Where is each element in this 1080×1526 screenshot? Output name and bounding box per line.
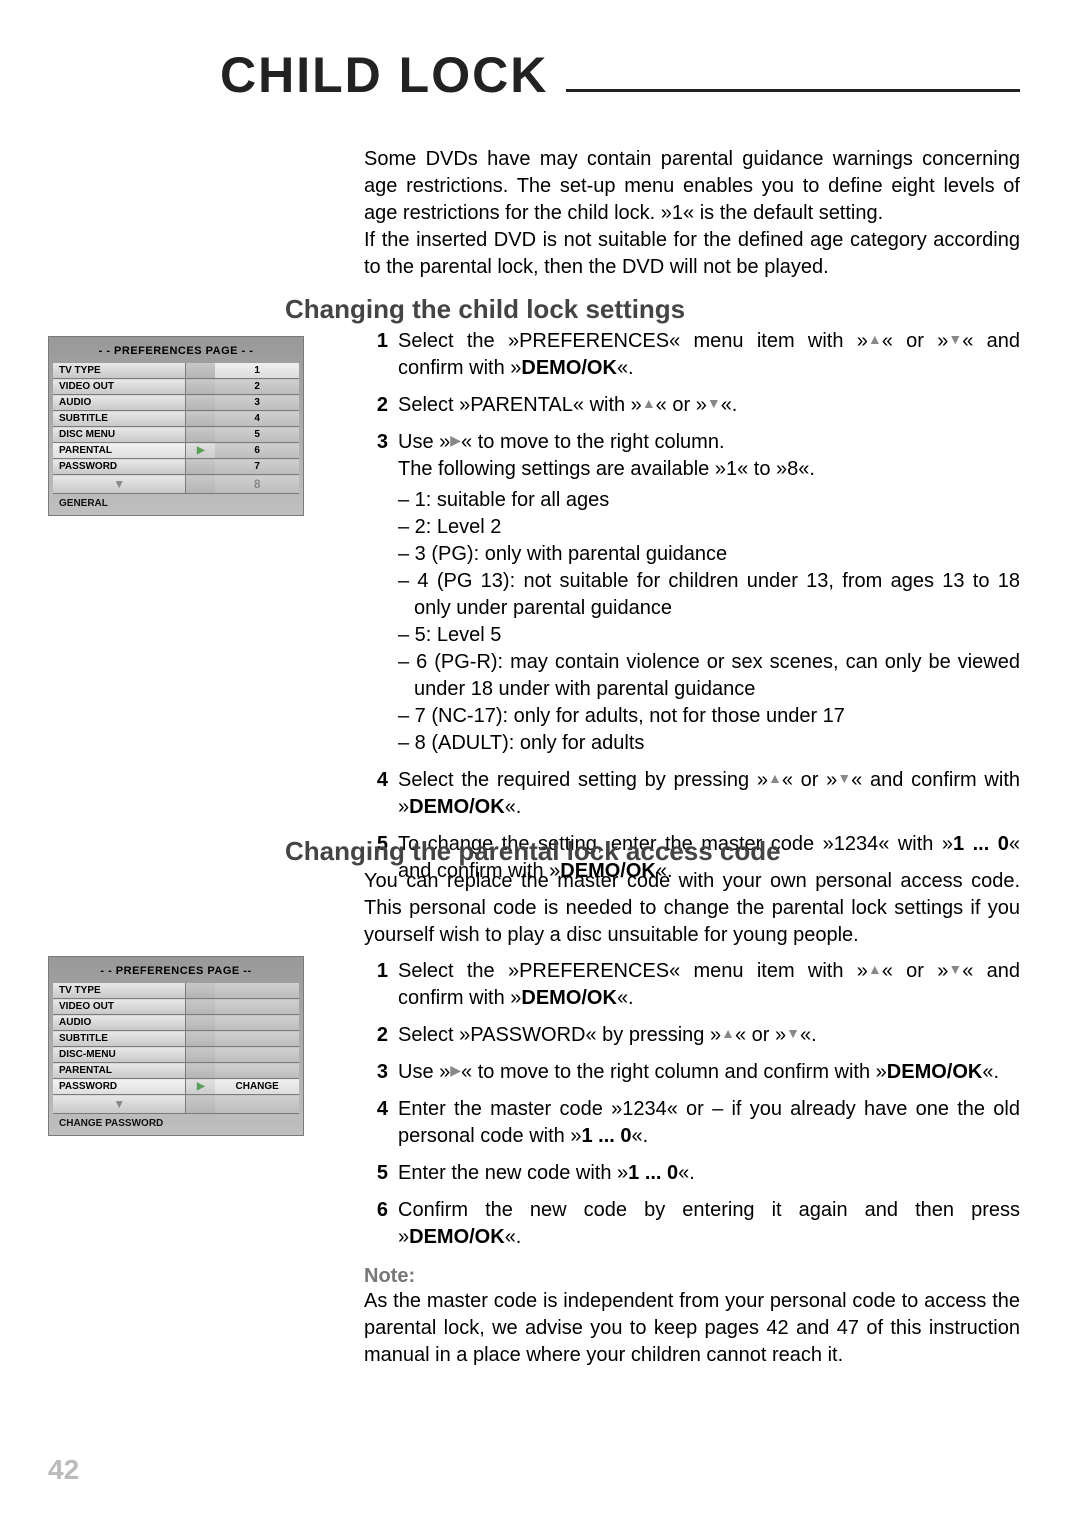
- menu1-row: SUBTITLE4: [53, 411, 299, 427]
- menu2-row: ▼: [53, 1095, 299, 1114]
- menu1-table: TV TYPE1 VIDEO OUT2 AUDIO3 SUBTITLE4 DIS…: [53, 363, 299, 494]
- note-body: As the master code is independent from y…: [364, 1288, 1020, 1369]
- menu1-row: PASSWORD7: [53, 459, 299, 475]
- menu2-row-highlight: PASSWORD▶CHANGE: [53, 1079, 299, 1095]
- section2-steps: 1 Select the »PREFERENCES« menu item wit…: [364, 958, 1020, 1369]
- up-icon: ▲: [868, 960, 882, 979]
- section2-heading: Changing the parental lock access code: [285, 836, 781, 867]
- intro-paragraph: Some DVDs have may contain parental guid…: [364, 146, 1020, 281]
- step-4: 4 Enter the master code »1234« or – if y…: [364, 1096, 1020, 1150]
- menu1-row-highlight: PARENTAL▶6: [53, 443, 299, 459]
- menu1-down-icon: ▼: [53, 475, 186, 494]
- menu2-row: DISC-MENU: [53, 1047, 299, 1063]
- menu1-row: TV TYPE1: [53, 363, 299, 379]
- preferences-menu-2: - - PREFERENCES PAGE -- TV TYPE VIDEO OU…: [48, 956, 304, 1136]
- right-icon: ▶: [450, 431, 461, 450]
- down-icon: ▼: [786, 1024, 800, 1043]
- menu1-row: DISC MENU5: [53, 427, 299, 443]
- title-rule: [566, 89, 1020, 92]
- menu1-row: ▼8: [53, 475, 299, 494]
- menu1-row: VIDEO OUT2: [53, 379, 299, 395]
- down-icon: ▼: [707, 394, 721, 413]
- up-icon: ▲: [721, 1024, 735, 1043]
- step-3: 3 Use »▶« to move to the right column. T…: [364, 429, 1020, 757]
- menu1-footer: GENERAL: [53, 494, 299, 511]
- down-icon: ▼: [948, 330, 962, 349]
- menu1-row: AUDIO3: [53, 395, 299, 411]
- rating-level: – 8 (ADULT): only for adults: [398, 730, 1020, 757]
- note-label: Note:: [364, 1265, 1020, 1288]
- page-title: CHILD LOCK: [220, 46, 548, 104]
- section2-intro: You can replace the master code with you…: [364, 868, 1020, 949]
- menu2-table: TV TYPE VIDEO OUT AUDIO SUBTITLE DISC-ME…: [53, 983, 299, 1114]
- step-2: 2 Select »PARENTAL« with »▲« or »▼«.: [364, 392, 1020, 419]
- menu2-row: SUBTITLE: [53, 1031, 299, 1047]
- step-6: 6 Confirm the new code by entering it ag…: [364, 1197, 1020, 1251]
- step-5: 5 Enter the new code with »1 ... 0«.: [364, 1160, 1020, 1187]
- right-icon: ▶: [450, 1061, 461, 1080]
- section1-heading: Changing the child lock settings: [285, 294, 685, 325]
- menu2-row: PARENTAL: [53, 1063, 299, 1079]
- menu2-footer: CHANGE PASSWORD: [53, 1114, 299, 1131]
- page-number: 42: [48, 1454, 79, 1486]
- rating-level: – 6 (PG-R): may contain violence or sex …: [398, 649, 1020, 703]
- rating-level: – 1: suitable for all ages: [398, 487, 1020, 514]
- step-4: 4 Select the required setting by pressin…: [364, 767, 1020, 821]
- rating-level: – 4 (PG 13): not suitable for children u…: [398, 568, 1020, 622]
- rating-level: – 5: Level 5: [398, 622, 1020, 649]
- step-3: 3 Use »▶« to move to the right column an…: [364, 1059, 1020, 1086]
- title-row: CHILD LOCK: [220, 46, 1020, 104]
- menu2-row: TV TYPE: [53, 983, 299, 999]
- rating-level: – 2: Level 2: [398, 514, 1020, 541]
- preferences-menu-1: - - PREFERENCES PAGE - - TV TYPE1 VIDEO …: [48, 336, 304, 516]
- menu2-title: - - PREFERENCES PAGE --: [53, 961, 299, 983]
- section1-steps: 1 Select the »PREFERENCES« menu item wit…: [364, 328, 1020, 895]
- rating-level: – 7 (NC-17): only for adults, not for th…: [398, 703, 1020, 730]
- menu2-down-icon: ▼: [53, 1095, 186, 1114]
- step-1: 1 Select the »PREFERENCES« menu item wit…: [364, 328, 1020, 382]
- rating-levels-list: – 1: suitable for all ages – 2: Level 2 …: [398, 487, 1020, 757]
- down-icon: ▼: [948, 960, 962, 979]
- page: CHILD LOCK Some DVDs have may contain pa…: [0, 0, 1080, 1526]
- step-1: 1 Select the »PREFERENCES« menu item wit…: [364, 958, 1020, 1012]
- up-icon: ▲: [868, 330, 882, 349]
- menu1-arrow-icon: ▶: [186, 443, 216, 459]
- menu2-arrow-icon: ▶: [186, 1079, 216, 1095]
- menu1-title: - - PREFERENCES PAGE - -: [53, 341, 299, 363]
- up-icon: ▲: [768, 769, 782, 788]
- step-2: 2 Select »PASSWORD« by pressing »▲« or »…: [364, 1022, 1020, 1049]
- up-icon: ▲: [642, 394, 656, 413]
- menu2-row: AUDIO: [53, 1015, 299, 1031]
- rating-level: – 3 (PG): only with parental guidance: [398, 541, 1020, 568]
- menu2-row: VIDEO OUT: [53, 999, 299, 1015]
- down-icon: ▼: [837, 769, 851, 788]
